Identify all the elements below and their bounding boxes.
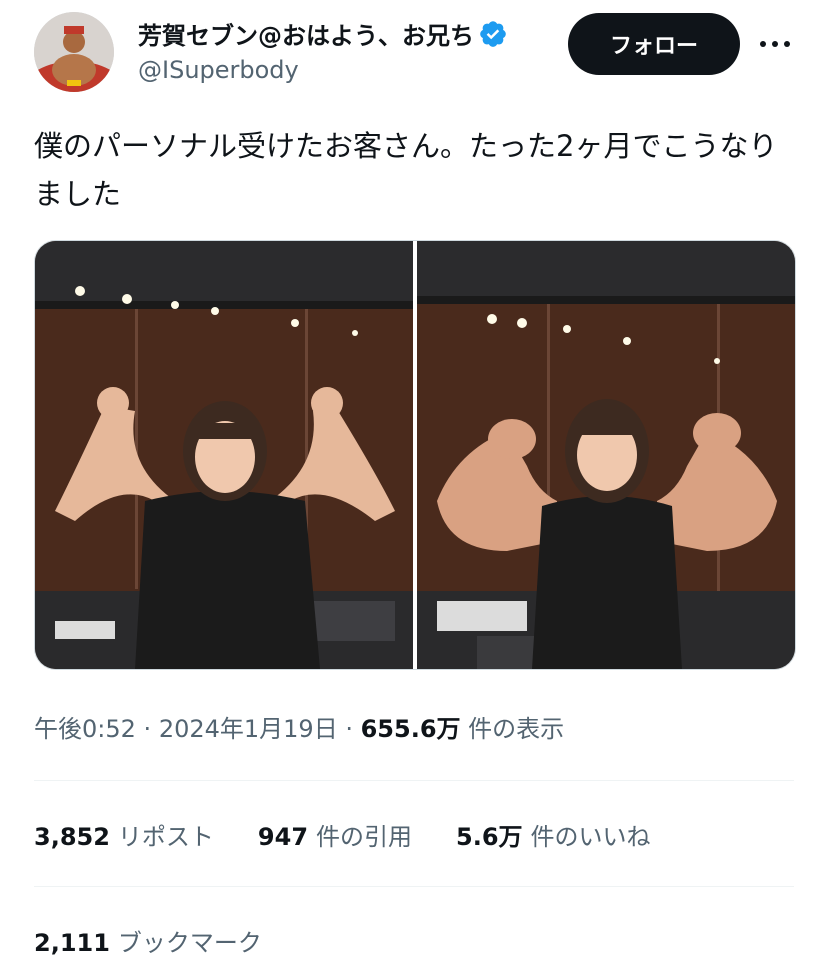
tweet-date[interactable]: 2024年1月19日 bbox=[159, 715, 338, 743]
reposts-stat[interactable]: 3,852 リポスト bbox=[34, 817, 214, 852]
more-dot bbox=[772, 41, 778, 47]
tweet-time[interactable]: 午後0:52 bbox=[34, 715, 136, 743]
reposts-count: 3,852 bbox=[34, 823, 110, 851]
tweet-media bbox=[34, 240, 796, 670]
divider bbox=[34, 886, 794, 887]
more-icon[interactable] bbox=[760, 30, 790, 58]
views-count: 655.6万 bbox=[360, 715, 461, 743]
tweet-text: 僕のパーソナル受けたお客さん。たった2ヶ月でこうなりました bbox=[34, 129, 778, 211]
bookmarks-stat[interactable]: 2,111 ブックマーク bbox=[34, 923, 262, 958]
tweet-meta: 午後0:52 · 2024年1月19日 · 655.6万 件の表示 bbox=[34, 709, 564, 744]
divider bbox=[34, 780, 794, 781]
author-handle[interactable]: @ISuperbody bbox=[138, 56, 299, 84]
quotes-label: 件の引用 bbox=[316, 823, 413, 851]
tweet-photo-2[interactable] bbox=[417, 241, 795, 669]
views-label: 件の表示 bbox=[468, 715, 565, 743]
tweet-photo-1[interactable] bbox=[35, 241, 413, 669]
more-dot bbox=[760, 41, 766, 47]
likes-count: 5.6万 bbox=[456, 823, 523, 851]
bookmarks-label: ブックマーク bbox=[117, 929, 262, 957]
photo-before-icon bbox=[35, 241, 413, 669]
likes-label: 件のいいね bbox=[530, 823, 651, 851]
bookmarks-count: 2,111 bbox=[34, 929, 110, 957]
author-display-name[interactable]: 芳賀セブン@おはよう、お兄ち bbox=[138, 16, 474, 51]
likes-stat[interactable]: 5.6万 件のいいね bbox=[456, 817, 651, 852]
verified-badge-icon bbox=[480, 20, 506, 47]
photo-after-icon bbox=[417, 241, 795, 669]
reposts-label: リポスト bbox=[117, 823, 214, 851]
engagement-stats: 3,852 リポスト 947 件の引用 5.6万 件のいいね bbox=[34, 817, 695, 852]
follow-button[interactable]: フォロー bbox=[568, 13, 740, 75]
author-avatar[interactable] bbox=[34, 12, 114, 92]
meta-separator: · bbox=[345, 715, 361, 743]
avatar-bodybuilder-icon bbox=[34, 12, 114, 92]
author-name-row: 芳賀セブン@おはよう、お兄ち bbox=[138, 16, 550, 51]
more-dot bbox=[784, 41, 790, 47]
quotes-stat[interactable]: 947 件の引用 bbox=[258, 817, 412, 852]
quotes-count: 947 bbox=[257, 823, 309, 851]
meta-separator: · bbox=[143, 715, 159, 743]
